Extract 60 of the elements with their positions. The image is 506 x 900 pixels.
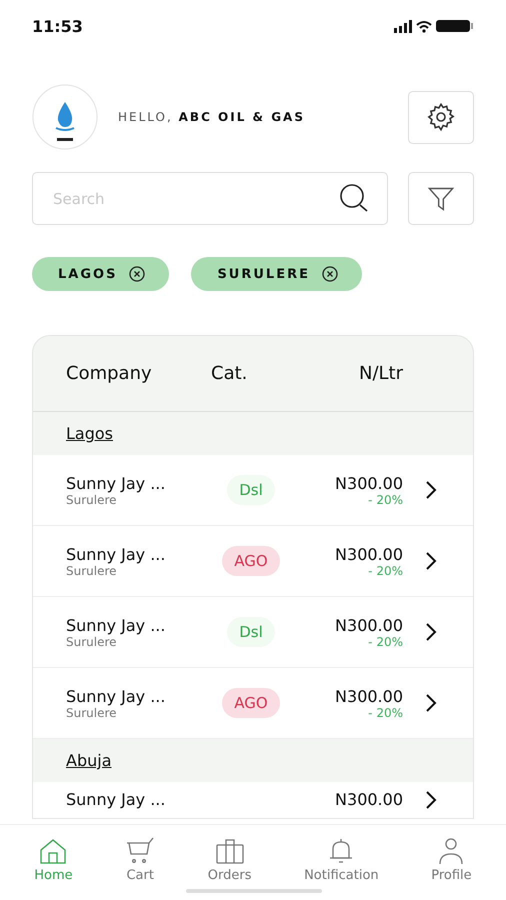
discount-text: - 20% <box>368 634 403 648</box>
filter-button[interactable] <box>408 172 474 225</box>
discount-text: - 20% <box>368 492 403 506</box>
group-heading: Abuja <box>66 751 112 770</box>
price-text: N300.00 <box>335 616 403 634</box>
company-name: Sunny Jay ... <box>66 790 166 809</box>
nav-tab[interactable]: Profile <box>431 837 472 900</box>
status-time: 11:53 <box>32 16 83 36</box>
column-header: Company <box>66 363 153 384</box>
company-name: Sunny Jay ... <box>66 544 166 564</box>
signal-icon <box>394 20 412 32</box>
station-row[interactable]: Sunny Jay ... N300.00 <box>33 782 473 818</box>
price-text: N300.00 <box>335 544 403 564</box>
area-name: Surulere <box>66 706 118 720</box>
station-row[interactable]: Sunny Jay ... Surulere AGO N300.00 - 20% <box>33 668 473 739</box>
discount-text: - 20% <box>368 706 403 720</box>
category-tag: Dsl <box>227 475 275 505</box>
settings-button[interactable] <box>408 90 474 144</box>
company-logo <box>32 84 98 150</box>
chevron-icon <box>425 480 437 500</box>
station-row[interactable]: Sunny Jay ... Surulere AGO N300.00 - 20% <box>33 526 473 597</box>
briefcase-icon <box>214 837 245 865</box>
price-text: N300.00 <box>335 790 403 809</box>
nav-tab[interactable]: Cart <box>125 837 156 900</box>
remove-icon[interactable] <box>322 266 338 282</box>
chip-label: SURULERE <box>217 266 310 282</box>
filter-chip[interactable]: LAGOS <box>32 257 170 291</box>
company-name: Sunny Jay ... <box>66 686 166 706</box>
company-name: Sunny Jay ... <box>66 616 166 634</box>
station-row[interactable]: Sunny Jay ... Surulere Dsl N300.00 - 20% <box>33 597 473 668</box>
category-tag: AGO <box>222 688 280 718</box>
search-icon <box>338 183 370 213</box>
battery-icon <box>436 20 474 32</box>
group-heading: Lagos <box>66 424 113 443</box>
category-tag: Dsl <box>227 617 275 647</box>
nav-tab[interactable]: Notification <box>304 837 379 900</box>
home-icon <box>38 837 68 865</box>
nav-tab[interactable]: Orders <box>208 837 252 900</box>
price-text: N300.00 <box>335 686 403 706</box>
price-text: N300.00 <box>335 474 403 492</box>
category-tag: AGO <box>222 546 280 576</box>
area-name: Surulere <box>66 492 118 506</box>
greeting-text: HELLO, ABC OIL & GAS <box>118 110 306 124</box>
company-name: Sunny Jay ... <box>66 474 166 492</box>
chevron-icon <box>425 622 437 642</box>
chevron-icon <box>425 693 437 713</box>
discount-text: - 20% <box>368 564 403 578</box>
cart-icon <box>125 837 156 865</box>
column-header: N/Ltr <box>358 363 403 384</box>
chevron-icon <box>425 551 437 571</box>
settings-icon <box>425 101 457 133</box>
wifi-icon <box>416 20 432 32</box>
chevron-icon <box>425 790 437 810</box>
station-row[interactable]: Sunny Jay ... Surulere Dsl N300.00 - 20% <box>33 455 473 526</box>
remove-icon[interactable] <box>129 266 146 282</box>
filter-chip[interactable]: SURULERE <box>191 257 362 291</box>
column-header: Cat. <box>211 363 248 384</box>
area-name: Surulere <box>66 564 118 578</box>
chip-label: LAGOS <box>58 266 118 282</box>
area-name: Surulere <box>66 634 118 648</box>
